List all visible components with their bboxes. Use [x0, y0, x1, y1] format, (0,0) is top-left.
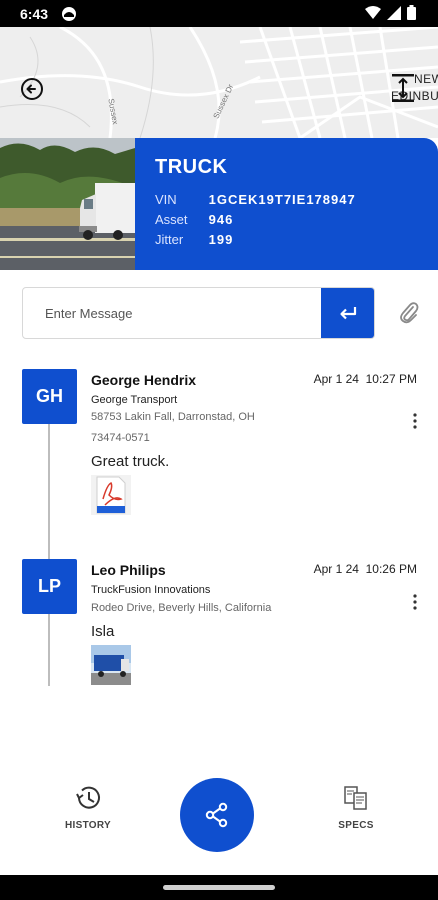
entry-timestamp: Apr 1 24 10:27 PM	[314, 372, 417, 386]
truck-info-panel: TRUCK VIN 1GCEK19T7IE178947 Asset 946 Ji…	[135, 138, 438, 270]
entry-time: 10:26 PM	[365, 562, 417, 576]
map-streets	[0, 27, 438, 138]
image-attachment-thumbnail[interactable]	[91, 645, 131, 685]
history-icon	[76, 786, 100, 809]
truck-asset-value: 946	[208, 212, 234, 227]
map-view[interactable]: Sussex Sussex Dr NEW EDINBU	[0, 27, 438, 138]
avatar-gh: GH	[22, 369, 77, 424]
truck-vin-label: VIN	[155, 192, 177, 207]
truck-jitter-value: 199	[208, 232, 234, 247]
more-vert-icon[interactable]	[409, 412, 421, 430]
avatar-lp: LP	[22, 559, 77, 614]
home-indicator[interactable]	[163, 885, 275, 890]
truck-jitter-label: Jitter	[155, 232, 184, 247]
entry-company: TruckFusion Innovations	[91, 584, 211, 596]
paperclip-icon[interactable]	[398, 301, 420, 325]
status-icons	[365, 5, 416, 20]
history-label: HISTORY	[65, 820, 111, 831]
truck-title: TRUCK	[155, 156, 228, 178]
share-icon	[205, 802, 228, 828]
status-bar: 6:43	[0, 0, 438, 27]
status-time: 6:43	[20, 6, 49, 22]
specs-label: SPECS	[338, 820, 374, 831]
truck-photo	[0, 138, 135, 270]
truck-vin-value: 1GCEK19T7IE178947	[208, 192, 356, 207]
timeline-line-2	[48, 614, 50, 686]
app-notification-icon	[62, 7, 76, 21]
back-icon[interactable]	[19, 76, 45, 102]
wifi-icon	[365, 5, 381, 19]
entry-author-name: Leo Philips	[91, 562, 166, 578]
entry-author-name: George Hendrix	[91, 372, 197, 388]
map-place-label-1: NEW	[414, 72, 438, 86]
entry-time: 10:27 PM	[365, 372, 417, 386]
specs-button[interactable]: SPECS	[321, 785, 391, 831]
battery-icon	[407, 5, 416, 20]
message-input[interactable]	[23, 288, 323, 338]
entry-address-line1: 58753 Lakin Fall, Darronstad, OH	[91, 411, 255, 423]
specs-icon	[344, 786, 367, 810]
timeline-line-1	[48, 423, 50, 563]
system-navigation-bar	[0, 875, 438, 900]
entry-address: Rodeo Drive, Beverly Hills, California	[91, 598, 391, 619]
entry-address: 58753 Lakin Fall, Darronstad, OH 73474-0…	[91, 407, 291, 449]
truck-vin-row: VIN 1GCEK19T7IE178947	[155, 192, 356, 207]
entry-timestamp: Apr 1 24 10:26 PM	[314, 562, 417, 576]
truck-asset-row: Asset 946	[155, 212, 233, 227]
entry-message: Isla	[91, 623, 115, 640]
truck-card: TRUCK VIN 1GCEK19T7IE178947 Asset 946 Ji…	[0, 138, 438, 270]
more-vert-icon[interactable]	[409, 593, 421, 611]
pdf-file-icon[interactable]	[91, 475, 131, 515]
send-button[interactable]	[321, 288, 374, 338]
truck-jitter-row: Jitter 199	[155, 232, 233, 247]
entry-company: George Transport	[91, 394, 178, 406]
history-button[interactable]: HISTORY	[53, 785, 123, 831]
entry-date: Apr 1 24	[313, 562, 359, 576]
entry-address-line2: 73474-0571	[91, 432, 150, 444]
share-button[interactable]	[180, 778, 254, 852]
entry-address-line1: Rodeo Drive, Beverly Hills, California	[91, 602, 272, 614]
signal-icon	[387, 5, 401, 20]
truck-asset-label: Asset	[155, 212, 188, 227]
expand-vertical-icon[interactable]	[392, 74, 414, 102]
entry-date: Apr 1 24	[313, 372, 359, 386]
enter-icon	[339, 307, 356, 320]
message-composer	[22, 287, 375, 339]
entry-message: Great truck.	[91, 453, 170, 470]
